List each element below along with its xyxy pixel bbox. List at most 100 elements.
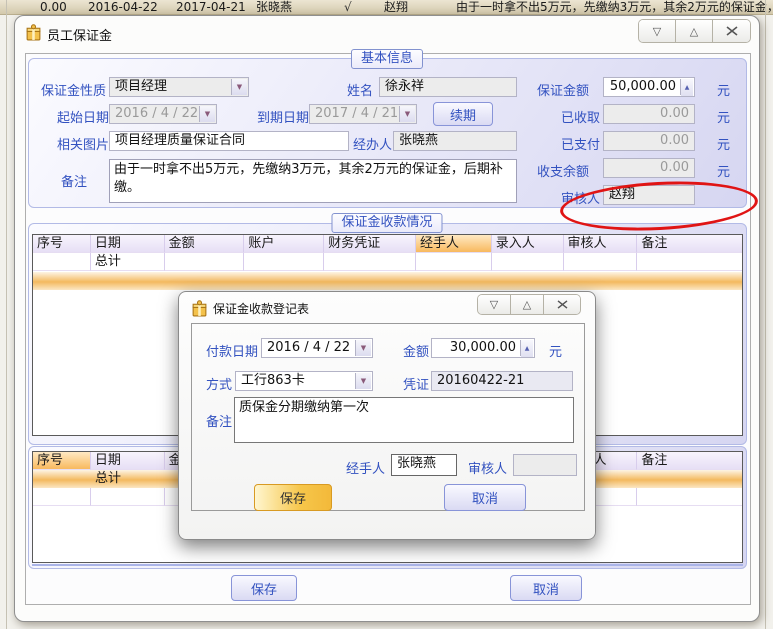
column-header[interactable]: 备注 bbox=[637, 235, 742, 253]
maximize-button[interactable]: △ bbox=[511, 295, 544, 314]
column-header[interactable]: 财务凭证 bbox=[324, 235, 416, 253]
paid-field: 0.00 bbox=[603, 131, 695, 151]
balance-unit: 元 bbox=[717, 161, 730, 180]
pay-date-value: 2016 / 4 / 22 bbox=[267, 340, 350, 355]
minimize-button[interactable]: ▽ bbox=[639, 20, 676, 42]
received-label: 已收取 bbox=[561, 107, 600, 126]
image-field[interactable]: 项目经理质量保证合同 bbox=[109, 131, 349, 151]
receipt-register-dialog: 保证金收款登记表 ▽ △ 付款日期 2016 / 4 / 22 ▼ 金额 30,… bbox=[178, 291, 596, 540]
dialog-title: 保证金收款登记表 bbox=[213, 300, 309, 317]
dialog-amount-label: 金额 bbox=[403, 341, 429, 360]
total-label: 总计 bbox=[91, 253, 165, 271]
column-header[interactable]: 日期 bbox=[91, 452, 165, 470]
method-dropdown[interactable]: 工行863卡 ▼ bbox=[235, 371, 373, 391]
balance-field: 0.00 bbox=[603, 158, 695, 178]
bg-end-date: 2017-04-21 bbox=[176, 0, 246, 15]
end-date-picker[interactable]: 2017 / 4 / 21 ▼ bbox=[309, 104, 417, 124]
paid-unit: 元 bbox=[717, 134, 730, 153]
voucher-field: 20160422-21 bbox=[431, 371, 573, 391]
column-header[interactable]: 序号 bbox=[33, 235, 91, 253]
receipts-header-row: 序号 日期 金额 账户 财务凭证 经手人 录入人 审核人 备注 bbox=[33, 235, 742, 253]
background-edge-line bbox=[6, 0, 7, 629]
window-title: 员工保证金 bbox=[47, 25, 112, 44]
column-header-highlighted[interactable]: 经手人 bbox=[416, 235, 492, 253]
column-header[interactable]: 金额 bbox=[165, 235, 245, 253]
table-accent-line bbox=[32, 564, 743, 566]
dialog-amount-value: 30,000.00 bbox=[450, 340, 516, 355]
column-header[interactable]: 日期 bbox=[91, 235, 165, 253]
chevron-down-icon[interactable]: ▼ bbox=[355, 373, 371, 389]
minimize-button[interactable]: ▽ bbox=[478, 295, 511, 314]
column-header[interactable]: 审核人 bbox=[564, 235, 638, 253]
check-mark: √ bbox=[344, 0, 352, 15]
received-field: 0.00 bbox=[603, 104, 695, 124]
column-header[interactable]: 录入人 bbox=[492, 235, 564, 253]
pay-date-label: 付款日期 bbox=[206, 341, 258, 360]
nature-label: 保证金性质 bbox=[41, 80, 106, 99]
dialog-controls: ▽ △ bbox=[477, 294, 581, 315]
dialog-amount-field[interactable]: 30,000.00 ▲▼ bbox=[431, 338, 535, 358]
dialog-handler-label: 经手人 bbox=[346, 458, 385, 477]
method-label: 方式 bbox=[206, 374, 232, 393]
remark-textarea[interactable]: 由于一时拿不出5万元，先缴纳3万元，其余2万元的保证金，后期补缴。 bbox=[109, 159, 517, 203]
receipts-total-row[interactable]: 总计 bbox=[33, 253, 742, 271]
total-label: 总计 bbox=[95, 470, 121, 487]
voucher-label: 凭证 bbox=[403, 374, 429, 393]
dialog-cancel-button[interactable]: 取消 bbox=[444, 484, 526, 511]
method-value: 工行863卡 bbox=[241, 373, 305, 388]
amount-unit: 元 bbox=[717, 80, 730, 99]
window-controls: ▽ △ bbox=[638, 19, 751, 43]
gift-icon bbox=[191, 300, 208, 317]
received-unit: 元 bbox=[717, 107, 730, 126]
paid-label: 已支付 bbox=[561, 134, 600, 153]
agent-field: 张晓燕 bbox=[393, 131, 517, 151]
amount-spinner[interactable]: ▲▼ bbox=[680, 79, 693, 95]
start-date-value: 2016 / 4 / 22 bbox=[115, 106, 198, 121]
save-button[interactable]: 保存 bbox=[231, 575, 297, 601]
pay-date-picker[interactable]: 2016 / 4 / 22 ▼ bbox=[261, 338, 373, 358]
renew-button[interactable]: 续期 bbox=[433, 102, 493, 126]
column-header-highlighted[interactable]: 序号 bbox=[33, 452, 91, 470]
amount-spinner[interactable]: ▲▼ bbox=[520, 340, 533, 356]
bg-amount: 0.00 bbox=[40, 0, 67, 15]
amount-label: 保证金额 bbox=[537, 80, 589, 99]
dialog-save-button[interactable]: 保存 bbox=[254, 484, 332, 511]
nature-dropdown[interactable]: 项目经理 ▼ bbox=[109, 77, 249, 97]
dialog-handler-field[interactable]: 张晓燕 bbox=[391, 454, 457, 476]
name-field: 徐永祥 bbox=[379, 77, 517, 97]
spinner-up-icon[interactable]: ▲ bbox=[521, 340, 533, 358]
close-icon[interactable] bbox=[544, 295, 580, 314]
dialog-reviewer-label: 审核人 bbox=[468, 458, 507, 477]
agent-label: 经办人 bbox=[353, 134, 392, 153]
end-date-label: 到期日期 bbox=[257, 107, 309, 126]
bg-handler: 张晓燕 bbox=[256, 0, 292, 15]
image-label: 相关图片 bbox=[57, 134, 109, 153]
bg-remark: 由于一时拿不出5万元，先缴纳3万元，其余2万元的保证金，后 bbox=[456, 0, 773, 15]
column-header[interactable]: 账户 bbox=[244, 235, 324, 253]
spinner-up-icon[interactable]: ▲ bbox=[681, 79, 693, 97]
chevron-down-icon[interactable]: ▼ bbox=[355, 340, 371, 356]
chevron-down-icon[interactable]: ▼ bbox=[199, 106, 215, 122]
end-date-value: 2017 / 4 / 21 bbox=[315, 106, 398, 121]
dialog-amount-unit: 元 bbox=[549, 341, 562, 360]
column-header[interactable]: 备注 bbox=[637, 452, 742, 470]
amount-field[interactable]: 50,000.00 ▲▼ bbox=[603, 77, 695, 97]
name-label: 姓名 bbox=[347, 80, 373, 99]
start-date-label: 起始日期 bbox=[57, 107, 109, 126]
bg-reviewer: 赵翔 bbox=[384, 0, 408, 15]
amount-value: 50,000.00 bbox=[610, 79, 676, 94]
selected-row[interactable] bbox=[33, 272, 742, 290]
dialog-remark-textarea[interactable]: 质保金分期缴纳第一次 bbox=[234, 397, 574, 443]
chevron-down-icon[interactable]: ▼ bbox=[399, 106, 415, 122]
chevron-down-icon[interactable]: ▼ bbox=[231, 79, 247, 95]
remark-label: 备注 bbox=[61, 171, 87, 190]
dialog-remark-label: 备注 bbox=[206, 411, 232, 430]
background-edge-line bbox=[765, 0, 766, 629]
maximize-button[interactable]: △ bbox=[676, 20, 713, 42]
gift-icon bbox=[25, 24, 42, 41]
bg-start-date: 2016-04-22 bbox=[88, 0, 158, 15]
cancel-button[interactable]: 取消 bbox=[510, 575, 582, 601]
balance-label: 收支余额 bbox=[537, 161, 589, 180]
start-date-picker[interactable]: 2016 / 4 / 22 ▼ bbox=[109, 104, 217, 124]
close-icon[interactable] bbox=[713, 20, 750, 42]
